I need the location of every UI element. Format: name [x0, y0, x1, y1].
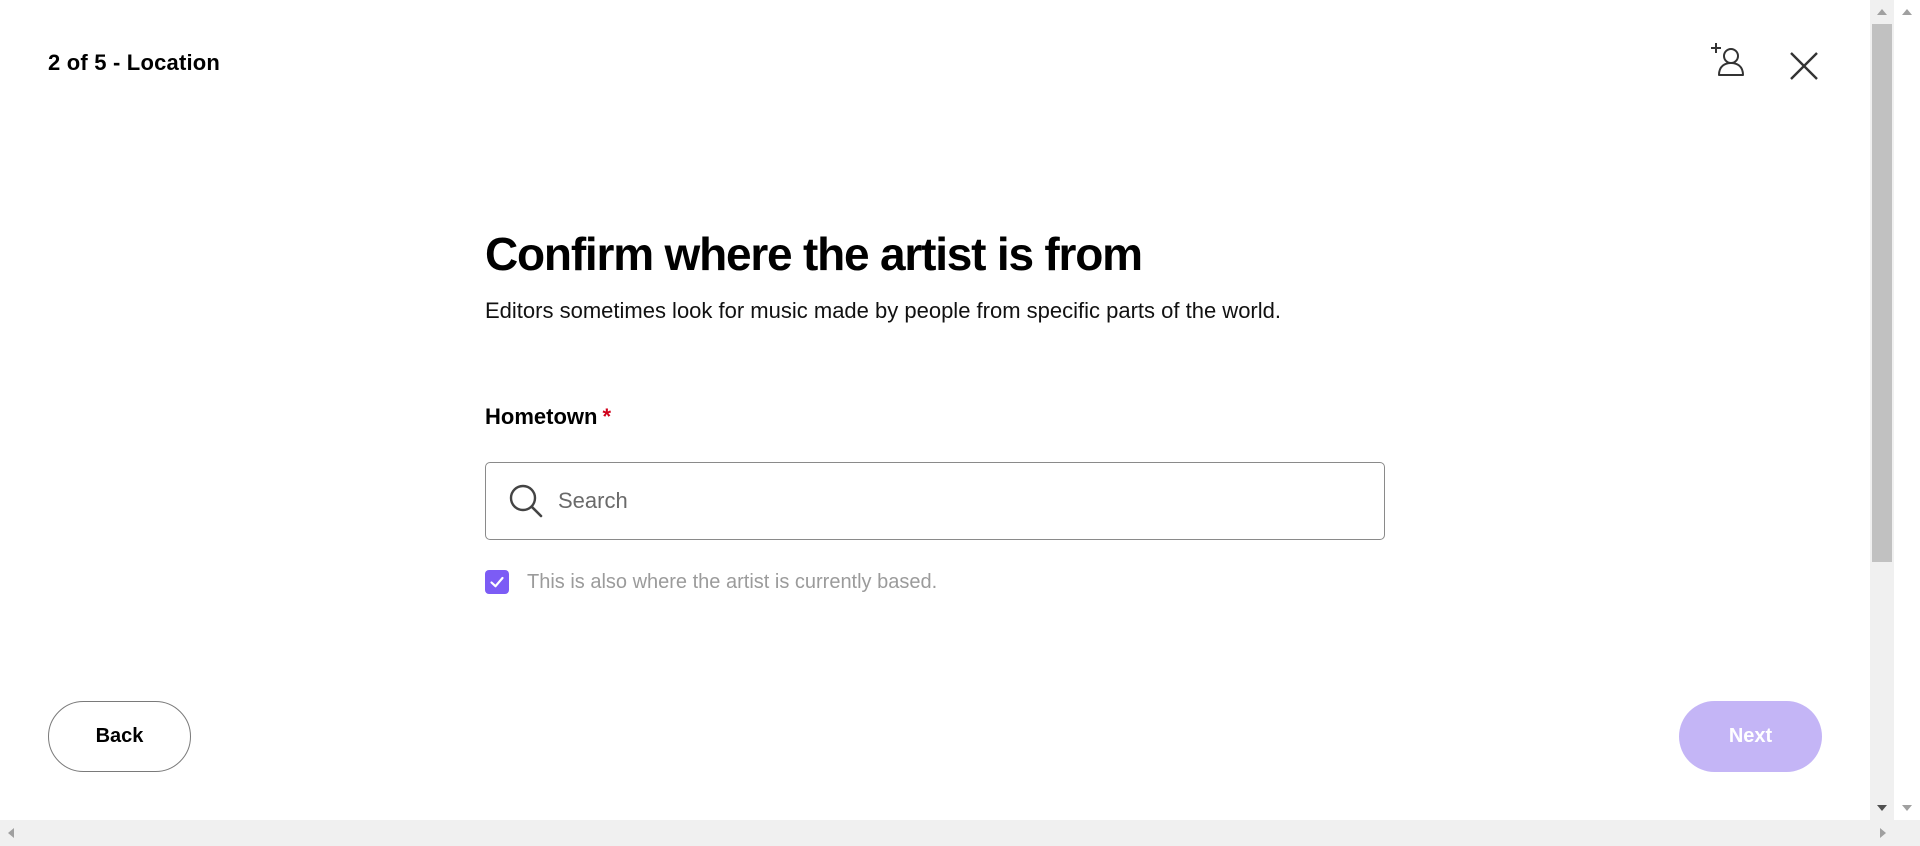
hometown-search-field[interactable]: [485, 462, 1385, 540]
required-marker: *: [602, 404, 612, 429]
scroll-down-arrow-icon[interactable]: [1877, 805, 1887, 811]
outer-scrollbar-track: [1894, 0, 1920, 820]
scroll-right-arrow-icon[interactable]: [1880, 828, 1886, 838]
close-icon: [1790, 52, 1818, 80]
currently-based-row: This is also where the artist is current…: [485, 570, 937, 594]
scrollbar-track[interactable]: [1870, 0, 1894, 820]
scroll-up-arrow-icon[interactable]: [1877, 9, 1887, 15]
hometown-label: Hometown *: [485, 404, 611, 430]
currently-based-label[interactable]: This is also where the artist is current…: [527, 571, 937, 594]
close-button[interactable]: [1782, 44, 1826, 88]
hometown-label-text: Hometown: [485, 404, 598, 429]
location-form: Confirm where the artist is from Editors…: [485, 224, 1385, 594]
scrollbar-thumb[interactable]: [1872, 24, 1892, 562]
scrollbar-corner: [1895, 820, 1920, 846]
step-indicator: 2 of 5 - Location: [48, 50, 221, 75]
scroll-left-arrow-icon[interactable]: [8, 828, 14, 838]
checkmark-icon: [490, 576, 504, 588]
outer-scroll-up-arrow-icon[interactable]: [1902, 9, 1912, 15]
outer-scroll-down-arrow-icon[interactable]: [1902, 805, 1912, 811]
search-icon: [509, 484, 543, 518]
search-icon-wrap: [486, 463, 558, 539]
page-subtitle: Editors sometimes look for music made by…: [485, 298, 1281, 323]
page-title: Confirm where the artist is from: [485, 228, 1143, 280]
hometown-search-input[interactable]: [558, 463, 1384, 539]
add-user-icon: [1711, 43, 1744, 76]
currently-based-checkbox[interactable]: [485, 570, 509, 594]
add-collaborator-button[interactable]: [1706, 38, 1750, 82]
horizontal-scrollbar[interactable]: [0, 820, 1920, 846]
vertical-scrollbar[interactable]: [1870, 0, 1920, 820]
next-button[interactable]: Next: [1679, 701, 1822, 772]
back-button[interactable]: Back: [48, 701, 191, 772]
modal-page: 2 of 5 - Location Confirm where the arti…: [0, 0, 1870, 820]
